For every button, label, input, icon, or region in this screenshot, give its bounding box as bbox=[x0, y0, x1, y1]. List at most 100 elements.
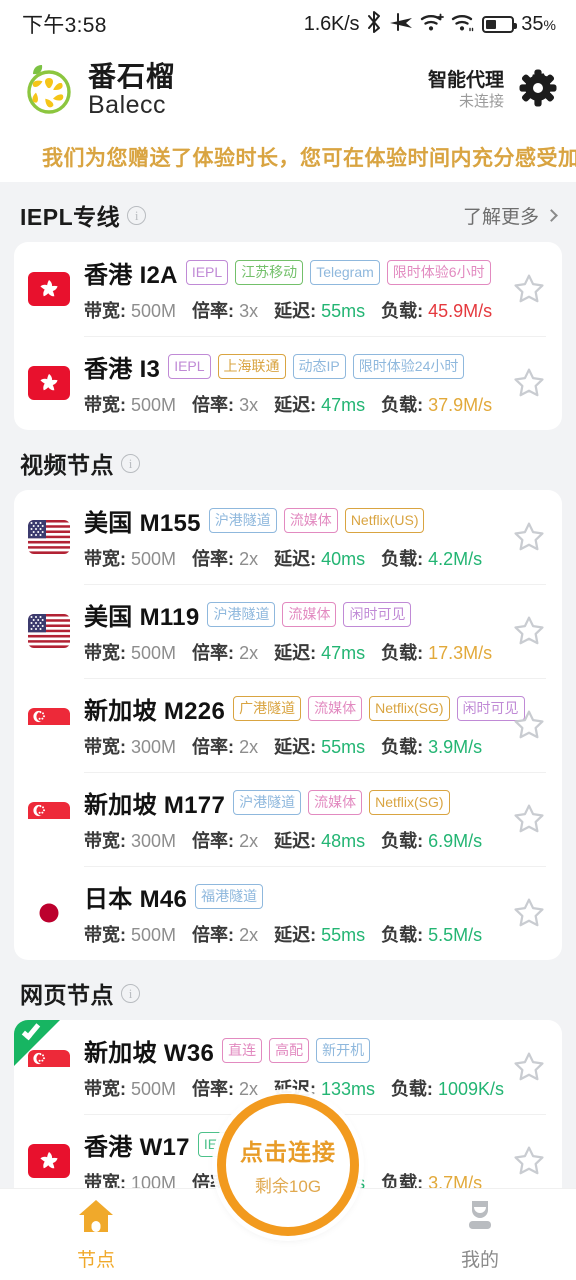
bandwidth-label: 带宽: bbox=[84, 925, 126, 945]
promo-notice-banner[interactable]: 我们为您赠送了体验时长，您可在体验时间内充分感受加速服 bbox=[0, 132, 576, 182]
node-row[interactable]: 美国 M155 沪港隧道 流媒体 Netflix(US) 带宽: 500M 倍率: 2x 延… bbox=[14, 490, 562, 584]
bandwidth-value: 500M bbox=[131, 549, 177, 569]
bandwidth-value: 300M bbox=[131, 831, 177, 851]
node-tag: 动态IP bbox=[292, 354, 346, 379]
flag-icon-usa bbox=[28, 520, 70, 554]
node-metrics: 带宽: 500M 倍率: 3x 延迟: 47ms 负载: 37.9M/s bbox=[84, 391, 504, 417]
smart-proxy-status[interactable]: 智能代理 未连接 bbox=[428, 69, 504, 112]
learn-more-link[interactable]: 了解更多 bbox=[463, 202, 558, 229]
battery-percent-value: 35 bbox=[521, 12, 544, 35]
node-tag: 流媒体 bbox=[283, 508, 338, 533]
header-right: 智能代理 未连接 bbox=[428, 68, 558, 113]
node-metrics: 带宽: 500M 倍率: 2x 延迟: 40ms 负载: 4.2M/s bbox=[84, 545, 504, 571]
load-value: 5.5M/s bbox=[428, 925, 483, 945]
node-row[interactable]: 新加坡 M226 广港隧道 流媒体 Netflix(SG) 闲时可见 带宽: 300M 倍率… bbox=[14, 678, 562, 772]
node-tag: Telegram bbox=[310, 260, 380, 285]
smart-proxy-state: 未连接 bbox=[458, 92, 504, 110]
chevron-right-icon bbox=[545, 208, 558, 222]
node-name: 新加坡 M177 bbox=[84, 792, 226, 819]
rate-value: 2x bbox=[239, 737, 259, 757]
node-row[interactable]: 香港 I2A IEPL 江苏移动 Telegram 限时体验6小时带宽: 500M 倍率:… bbox=[14, 242, 562, 336]
connect-button-quota: 剩余10G bbox=[254, 1177, 322, 1196]
node-row[interactable]: 美国 M119 沪港隧道 流媒体 闲时可见 带宽: 500M 倍率: 2x 延迟: 47ms… bbox=[14, 584, 562, 678]
gear-icon[interactable] bbox=[518, 68, 558, 113]
node-row[interactable]: 新加坡 M177 沪港隧道 流媒体 Netflix(SG) 带宽: 300M 倍率: 2x… bbox=[14, 772, 562, 866]
wifi-plus-icon bbox=[420, 12, 445, 37]
load-value: 3.7M/s bbox=[428, 1173, 483, 1188]
connect-button[interactable]: 点击连接 剩余10G bbox=[217, 1094, 359, 1236]
node-tag: 广港隧道 bbox=[233, 696, 302, 721]
node-name: 美国 M155 bbox=[84, 510, 201, 537]
node-tag: 江苏移动 bbox=[235, 260, 304, 285]
node-tag: 沪港隧道 bbox=[208, 508, 277, 533]
node-title-line: 日本 M46 福港隧道 bbox=[84, 879, 504, 914]
rate-label: 倍率: bbox=[191, 1079, 234, 1099]
sections-container: IEPL专线 i 了解更多 香港 I2A IEPL 江苏移动 Telegram 限时体验6小时… bbox=[0, 182, 576, 1188]
latency-label: 延迟: bbox=[274, 737, 317, 757]
bandwidth-label: 带宽: bbox=[84, 549, 126, 569]
favorite-star-icon[interactable] bbox=[512, 272, 546, 306]
favorite-star-icon[interactable] bbox=[512, 1050, 546, 1084]
node-name: 香港 I2A bbox=[84, 262, 178, 289]
rate-label: 倍率: bbox=[192, 549, 235, 569]
favorite-star-icon[interactable] bbox=[512, 520, 546, 554]
node-row[interactable]: 日本 M46 福港隧道 带宽: 500M 倍率: 2x 延迟: 55ms 负载: 5.5M… bbox=[14, 866, 562, 960]
load-value: 17.3M/s bbox=[428, 643, 493, 663]
favorite-star-icon[interactable] bbox=[512, 896, 546, 930]
node-tags: 沪港隧道 流媒体 Netflix(US) bbox=[208, 508, 425, 533]
bandwidth-value: 500M bbox=[131, 301, 177, 321]
bandwidth-label: 带宽: bbox=[84, 831, 126, 851]
info-icon[interactable]: i bbox=[121, 983, 140, 1003]
tab-profile[interactable]: 我的 bbox=[384, 1198, 576, 1272]
node-title-line: 美国 M155 沪港隧道 流媒体 Netflix(US) bbox=[84, 503, 504, 538]
node-metrics: 带宽: 500M 倍率: 3x 延迟: 55ms 负载: 45.9M/s bbox=[84, 297, 504, 323]
airplane-mode-icon bbox=[389, 11, 413, 38]
node-row[interactable]: 香港 I3 IEPL 上海联通 动态IP 限时体验24小时 带宽: 500M 倍率: 3x 延… bbox=[14, 336, 562, 430]
node-title-line: 新加坡 M177 沪港隧道 流媒体 Netflix(SG) bbox=[84, 785, 504, 820]
node-tag: 新开机 bbox=[316, 1038, 371, 1063]
bandwidth-label: 带宽: bbox=[84, 737, 126, 757]
node-list-scroll[interactable]: IEPL专线 i 了解更多 香港 I2A IEPL 江苏移动 Telegram 限时体验6小时… bbox=[0, 182, 576, 1188]
bandwidth-value: 300M bbox=[131, 737, 177, 757]
tab-nodes[interactable]: 节点 bbox=[0, 1198, 192, 1272]
bandwidth-value: 500M bbox=[131, 395, 177, 415]
smart-proxy-title: 智能代理 bbox=[427, 69, 504, 91]
favorite-star-icon[interactable] bbox=[512, 802, 546, 836]
battery-percent-unit: % bbox=[543, 16, 556, 33]
node-metrics: 带宽: 500M 倍率: 2x 延迟: 47ms 负载: 17.3M/s bbox=[84, 639, 504, 665]
favorite-star-icon[interactable] bbox=[512, 614, 546, 648]
person-icon bbox=[460, 1198, 500, 1239]
info-icon[interactable]: i bbox=[127, 205, 147, 225]
bandwidth-value: 500M bbox=[131, 925, 177, 945]
node-title-line: 香港 I3 IEPL 上海联通 动态IP 限时体验24小时 bbox=[84, 349, 504, 384]
favorite-star-icon[interactable] bbox=[512, 708, 546, 742]
node-tag: 流媒体 bbox=[308, 790, 363, 815]
section-title: 网页节点 bbox=[20, 982, 114, 1008]
favorite-star-icon[interactable] bbox=[512, 1144, 546, 1178]
node-title-line: 香港 I2A IEPL 江苏移动 Telegram 限时体验6小时 bbox=[84, 255, 504, 290]
brand-text: 番石榴 Balecc bbox=[88, 62, 175, 118]
latency-value: 55ms bbox=[321, 925, 366, 945]
latency-value: 40ms bbox=[321, 549, 366, 569]
latency-label: 延迟: bbox=[274, 549, 317, 569]
bandwidth-value: 500M bbox=[131, 1079, 177, 1099]
bandwidth-label: 带宽: bbox=[84, 1079, 126, 1099]
node-info: 美国 M155 沪港隧道 流媒体 Netflix(US) 带宽: 500M 倍率: 2x 延… bbox=[84, 503, 504, 571]
tab-nodes-label: 节点 bbox=[76, 1249, 115, 1271]
status-icons: 1.6K/s 35% bbox=[303, 10, 556, 38]
rate-label: 倍率: bbox=[192, 643, 235, 663]
favorite-star-icon[interactable] bbox=[512, 366, 546, 400]
flag-icon-singapore bbox=[28, 802, 70, 836]
load-label: 负载: bbox=[381, 831, 424, 851]
brand-name-en: Balecc bbox=[88, 90, 167, 119]
rate-label: 倍率: bbox=[192, 395, 235, 415]
home-icon bbox=[76, 1198, 116, 1239]
node-tag: 限时体验24小时 bbox=[352, 354, 465, 379]
node-tag: 限时体验6小时 bbox=[386, 260, 491, 285]
network-speed-text: 1.6K/s bbox=[303, 12, 360, 35]
rate-value: 2x bbox=[239, 831, 259, 851]
load-value: 1009K/s bbox=[437, 1079, 505, 1099]
battery-icon bbox=[482, 15, 518, 33]
info-icon[interactable]: i bbox=[121, 453, 140, 473]
load-label: 负载: bbox=[381, 925, 424, 945]
